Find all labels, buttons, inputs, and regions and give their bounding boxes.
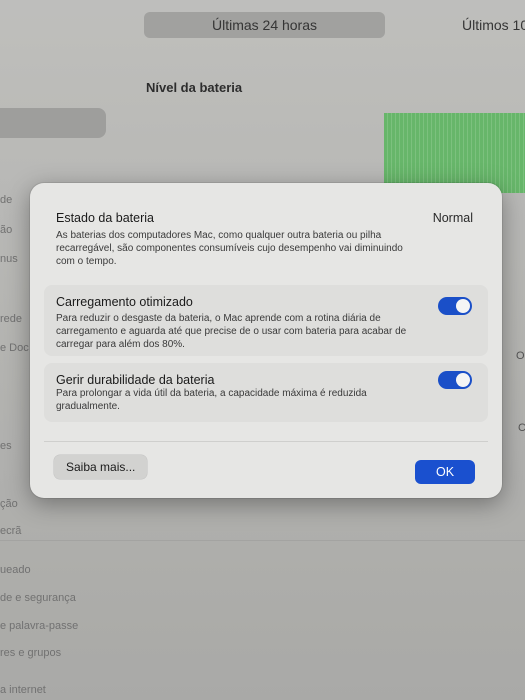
battery-state-description: As baterias dos computadores Mac, como q…	[56, 230, 403, 267]
optimized-charging-toggle[interactable]	[438, 297, 472, 315]
battery-state-status: Normal	[432, 211, 473, 225]
battery-health-dialog: Estado da bateria Normal As baterias dos…	[30, 183, 502, 498]
dialog-divider	[44, 441, 488, 442]
health-management-description: Para prolongar a vida útil da bateria, a…	[56, 388, 367, 412]
optimized-charging-title: Carregamento otimizado	[56, 295, 193, 309]
optimized-charging-description: Para reduzir o desgaste da bateria, o Ma…	[56, 313, 407, 350]
health-management-title: Gerir durabilidade da bateria	[56, 373, 215, 387]
learn-more-button[interactable]: Saiba mais...	[54, 455, 148, 479]
optimized-charging-section: Carregamento otimizado Para reduzir o de…	[44, 285, 488, 356]
health-management-toggle[interactable]	[438, 371, 472, 389]
battery-state-title: Estado da bateria	[56, 211, 154, 225]
battery-health-management-section: Gerir durabilidade da bateria Para prolo…	[44, 363, 488, 422]
ok-button[interactable]: OK	[415, 460, 475, 484]
battery-state-section: Estado da bateria Normal As baterias dos…	[44, 201, 488, 275]
